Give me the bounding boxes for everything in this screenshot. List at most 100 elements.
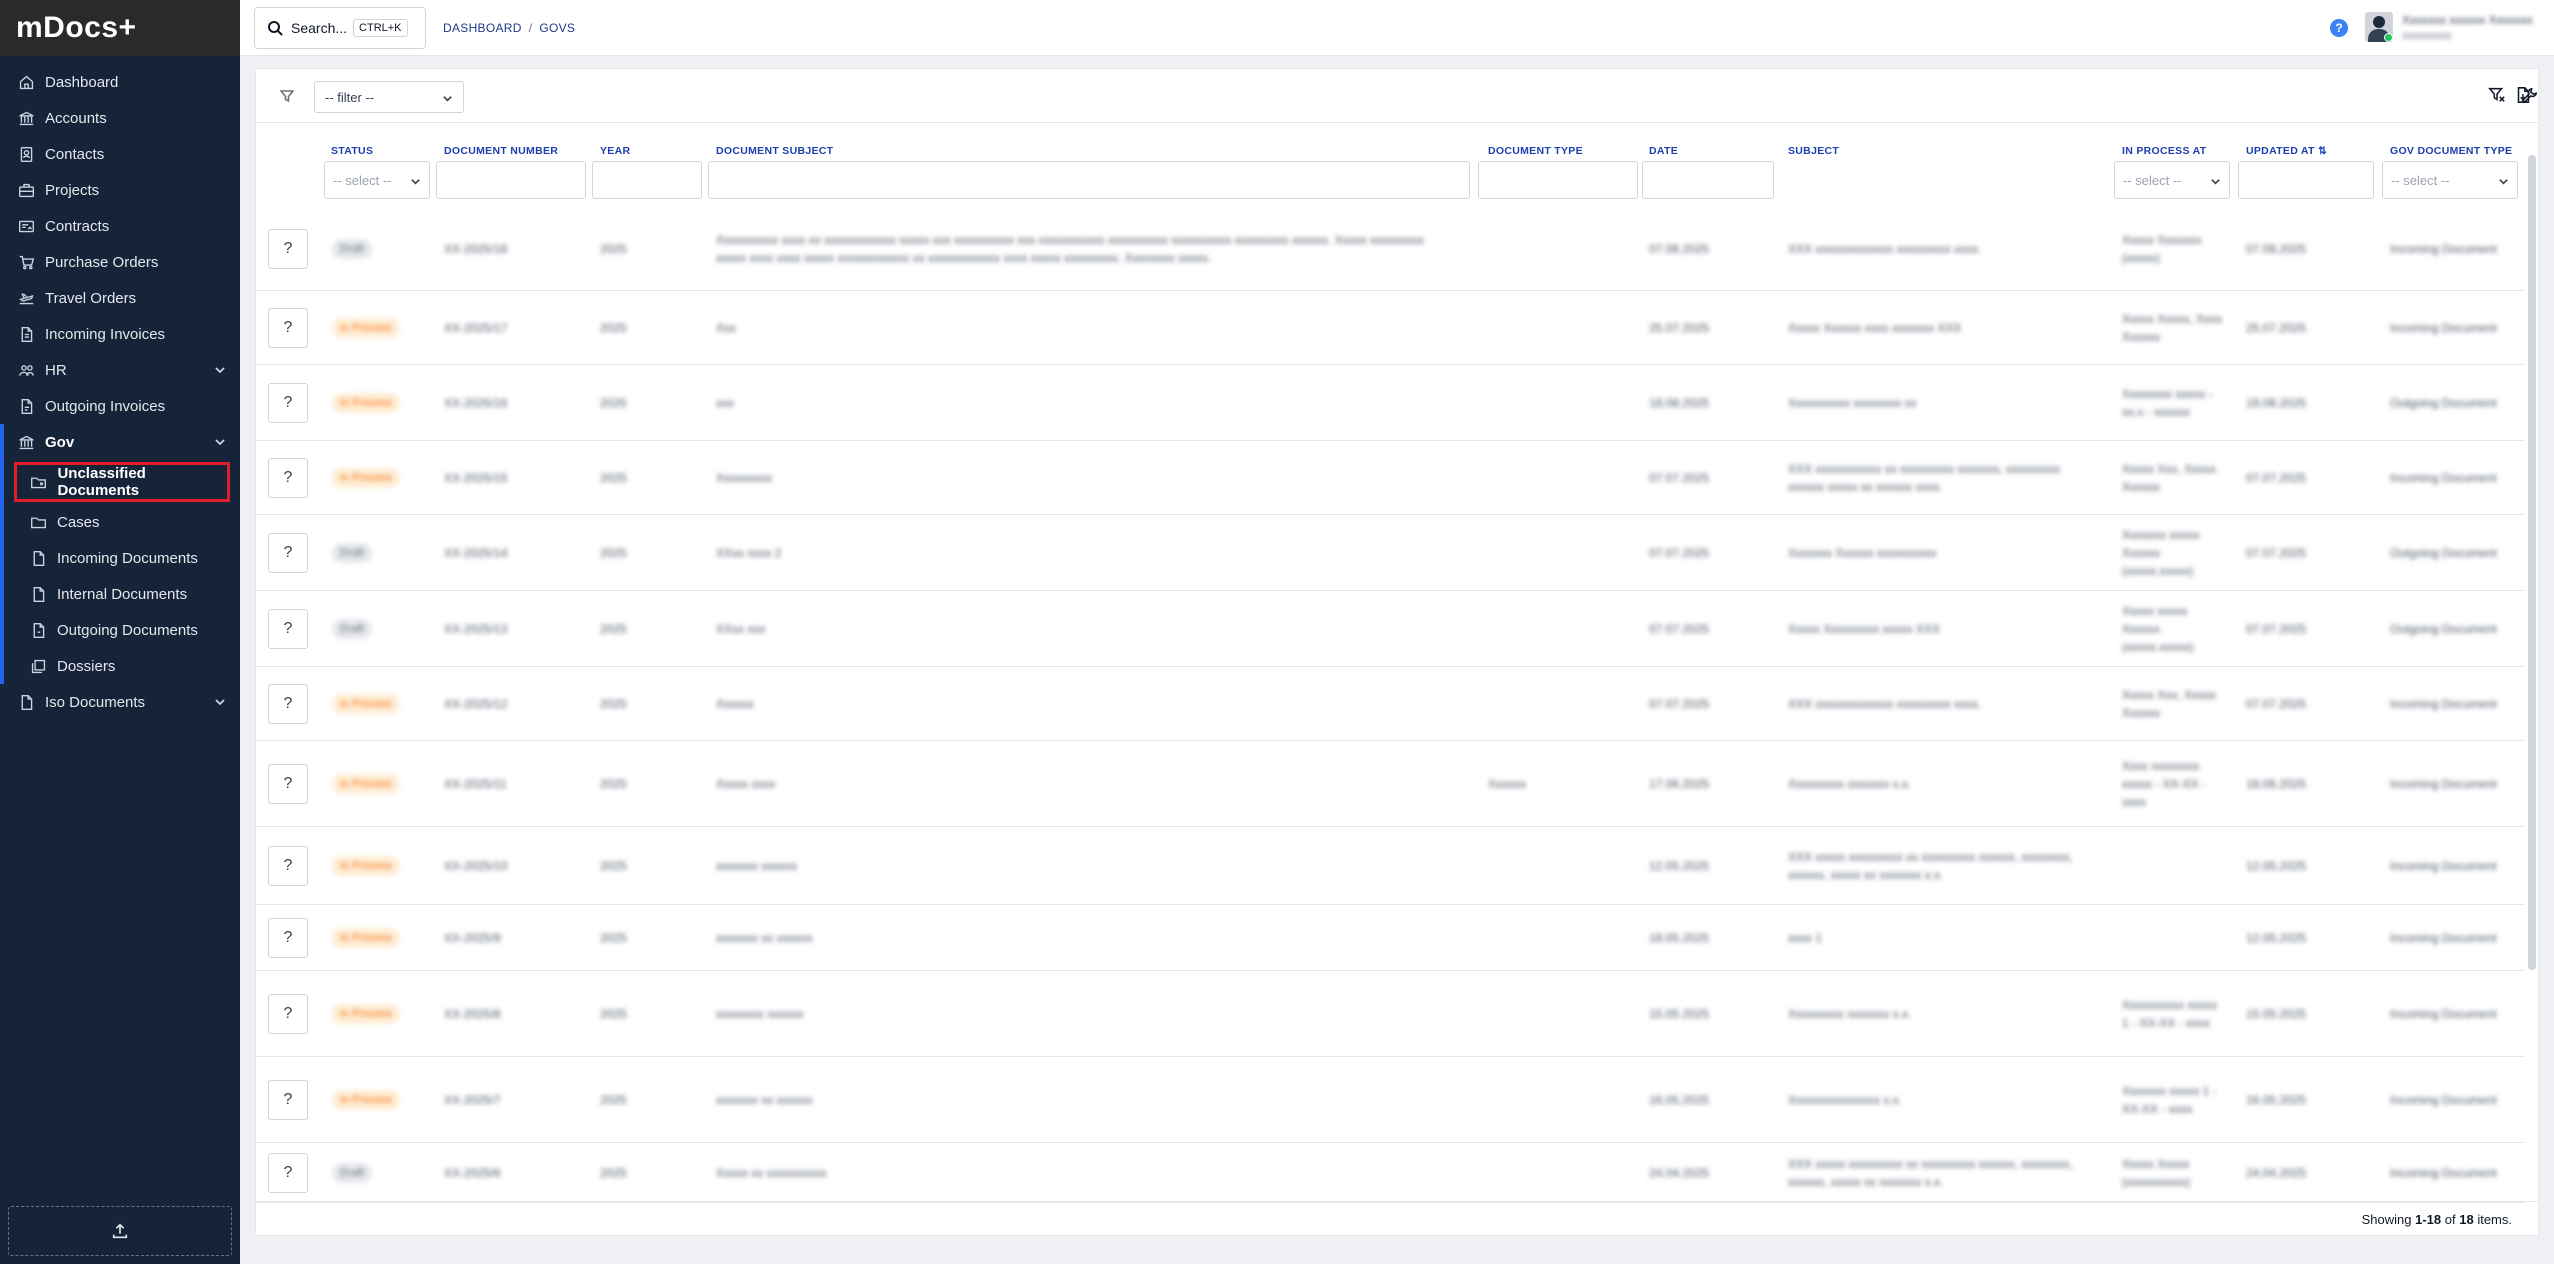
user-name[interactable]: Xxxxxxx xxxxxx Xxxxxxx: [2402, 13, 2533, 27]
row-action-button[interactable]: ?: [268, 994, 308, 1034]
table-row[interactable]: ? Draft XX-2025/18 2025 Xxxxxxxxxx xxxx xx x…: [256, 207, 2524, 291]
cell-document-number: XX-2025/10: [444, 859, 508, 873]
row-action-button[interactable]: ?: [268, 918, 308, 958]
cell-document-number: XX-2025/8: [444, 1007, 501, 1021]
row-action-button[interactable]: ?: [268, 764, 308, 804]
upload-dropzone[interactable]: [8, 1206, 232, 1256]
cell-in-process-at: Xxxxxxxx xxxxx - xx.x - xxxxxx: [2122, 387, 2213, 419]
cell-in-process-at: [2122, 827, 2226, 905]
col-header-document-type[interactable]: DOCUMENT TYPE: [1488, 145, 1583, 157]
breadcrumb-dashboard[interactable]: DASHBOARD: [443, 21, 522, 35]
year-filter-input[interactable]: [592, 161, 702, 199]
cell-gov-document-type: Incoming Document: [2390, 697, 2497, 711]
table-row[interactable]: ? In Process XX-2025/17 2025 Xxx 25.07.2025 Xx…: [256, 291, 2524, 365]
showing-range: 1-18: [2415, 1212, 2442, 1227]
row-action-button[interactable]: ?: [268, 684, 308, 724]
cell-in-process-at: Xxxxx Xxx, Xxxxx Xxxxxx: [2122, 462, 2217, 494]
upload-icon: [112, 1223, 128, 1239]
sidebar-item-internal-documents[interactable]: Internal Documents: [4, 576, 240, 612]
sidebar-item-travel-orders[interactable]: Travel Orders: [0, 280, 240, 316]
sidebar-item-iso-documents[interactable]: Iso Documents: [0, 684, 240, 720]
sidebar-item-contacts[interactable]: Contacts: [0, 136, 240, 172]
table-row[interactable]: ? Draft XX-2025/6 2025 Xxxxx xx xxxxxxxxxx 24…: [256, 1143, 2524, 1203]
row-action-button[interactable]: ?: [268, 1080, 308, 1120]
help-icon[interactable]: ?: [2330, 19, 2348, 37]
row-action-button[interactable]: ?: [268, 609, 308, 649]
folder-question-icon: [29, 472, 48, 492]
briefcase-icon: [16, 180, 36, 200]
in-process-filter-select[interactable]: -- select --: [2114, 161, 2230, 199]
app-logo[interactable]: mDocs+: [0, 0, 240, 56]
export-document-icon[interactable]: [2514, 86, 2534, 106]
sidebar-item-accounts[interactable]: Accounts: [0, 100, 240, 136]
row-action-button[interactable]: ?: [268, 1153, 308, 1193]
row-action-button[interactable]: ?: [268, 846, 308, 886]
cell-year: 2025: [600, 471, 627, 485]
sidebar-item-dashboard[interactable]: Dashboard: [0, 64, 240, 100]
avatar[interactable]: [2365, 12, 2393, 42]
table-row[interactable]: ? In Process XX-2025/9 2025 xxxxxxx xx xxxxx…: [256, 905, 2524, 971]
updated-at-filter-input[interactable]: [2238, 161, 2374, 199]
table-row[interactable]: ? Draft XX-2025/13 2025 XXxx xxx 07.07.2025 Xx…: [256, 591, 2524, 667]
cell-gov-document-type: Incoming Document: [2390, 242, 2497, 256]
sidebar-item-label: HR: [45, 361, 67, 379]
table-row[interactable]: ? In Process XX-2025/10 2025 xxxxxxx xxxxxx 1…: [256, 827, 2524, 905]
gov-document-type-filter-select[interactable]: -- select --: [2382, 161, 2518, 199]
table-row[interactable]: ? In Process XX-2025/11 2025 Xxxxx xxxx Xxxxx…: [256, 741, 2524, 827]
sidebar-item-incoming-documents[interactable]: Incoming Documents: [4, 540, 240, 576]
document-number-filter-input[interactable]: [436, 161, 586, 199]
chevron-down-icon[interactable]: [214, 695, 226, 707]
sidebar-item-label: Gov: [45, 433, 75, 451]
status-badge: In Process: [332, 928, 400, 948]
row-action-button[interactable]: ?: [268, 383, 308, 423]
chevron-down-icon[interactable]: [214, 435, 226, 447]
status-filter-select[interactable]: -- select --: [324, 161, 430, 199]
row-action-button[interactable]: ?: [268, 229, 308, 269]
sidebar: mDocs+ Dashboard Accounts Contacts Proje…: [0, 0, 240, 1264]
sidebar-item-outgoing-invoices[interactable]: Outgoing Invoices: [0, 388, 240, 424]
row-action-button[interactable]: ?: [268, 533, 308, 573]
sidebar-item-incoming-invoices[interactable]: Incoming Invoices: [0, 316, 240, 352]
sidebar-item-outgoing-documents[interactable]: Outgoing Documents: [4, 612, 240, 648]
sidebar-item-projects[interactable]: Projects: [0, 172, 240, 208]
table-row[interactable]: ? In Process XX-2025/7 2025 xxxxxxx xx xxxxx…: [256, 1057, 2524, 1143]
sidebar-item-gov[interactable]: Gov: [4, 424, 240, 460]
document-subject-filter-input[interactable]: [708, 161, 1470, 199]
row-action-button[interactable]: ?: [268, 308, 308, 348]
cell-date: 12.05.2025: [1649, 859, 1710, 873]
date-filter-input[interactable]: [1642, 161, 1774, 199]
vertical-scrollbar[interactable]: [2528, 155, 2536, 970]
col-header-document-subject[interactable]: DOCUMENT SUBJECT: [716, 145, 833, 157]
col-header-updated-at[interactable]: UPDATED AT ⇅: [2246, 145, 2327, 157]
table-row[interactable]: ? In Process XX-2025/12 2025 Xxxxxx 07.07.202…: [256, 667, 2524, 741]
table-row[interactable]: ? Draft XX-2025/14 2025 XXxx xxxx 2 07.07.202…: [256, 515, 2524, 591]
col-header-date[interactable]: DATE: [1649, 145, 1678, 157]
sidebar-item-dossiers[interactable]: Dossiers: [4, 648, 240, 684]
select-placeholder: -- select --: [2391, 172, 2450, 188]
document-type-filter-input[interactable]: [1478, 161, 1638, 199]
clear-filter-icon[interactable]: [2488, 86, 2508, 106]
col-header-year[interactable]: YEAR: [600, 145, 630, 157]
row-action-button[interactable]: ?: [268, 458, 308, 498]
chevron-down-icon[interactable]: [214, 363, 226, 375]
col-header-subject[interactable]: SUBJECT: [1788, 145, 1839, 157]
cell-in-process-at: Xxxxx Xxxxxxx (xxxxx): [2122, 233, 2202, 265]
sidebar-item-contracts[interactable]: Contracts: [0, 208, 240, 244]
col-header-status[interactable]: STATUS: [331, 145, 373, 157]
sidebar-item-unclassified-documents[interactable]: Unclassified Documents: [14, 462, 230, 502]
search-button[interactable]: Search... CTRL+K: [254, 7, 426, 49]
table-row[interactable]: ? In Process XX-2025/16 2025 xxx 18.08.2025 Xx…: [256, 365, 2524, 441]
table-row[interactable]: ? In Process XX-2025/15 2025 Xxxxxxxxx 07.07.…: [256, 441, 2524, 515]
col-header-in-process-at[interactable]: IN PROCESS AT: [2122, 145, 2206, 157]
table-row[interactable]: ? In Process XX-2025/8 2025 xxxxxxxx xxxxxx 1…: [256, 971, 2524, 1057]
filter-select[interactable]: -- filter --: [314, 81, 464, 113]
sidebar-item-hr[interactable]: HR: [0, 352, 240, 388]
col-header-document-number[interactable]: DOCUMENT NUMBER: [444, 145, 558, 157]
sidebar-item-cases[interactable]: Cases: [4, 504, 240, 540]
col-header-gov-document-type[interactable]: GOV DOCUMENT TYPE: [2390, 145, 2512, 157]
sidebar-item-purchase-orders[interactable]: Purchase Orders: [0, 244, 240, 280]
contract-icon: [16, 216, 36, 236]
cell-document-subject: Xxxxx xx xxxxxxxxxx: [716, 1166, 827, 1180]
cell-subject: XXX xxxxx xxxxxxxxx xx xxxxxxxxx xxxxxx,…: [1788, 850, 2073, 882]
breadcrumb-govs[interactable]: GOVS: [539, 21, 575, 35]
